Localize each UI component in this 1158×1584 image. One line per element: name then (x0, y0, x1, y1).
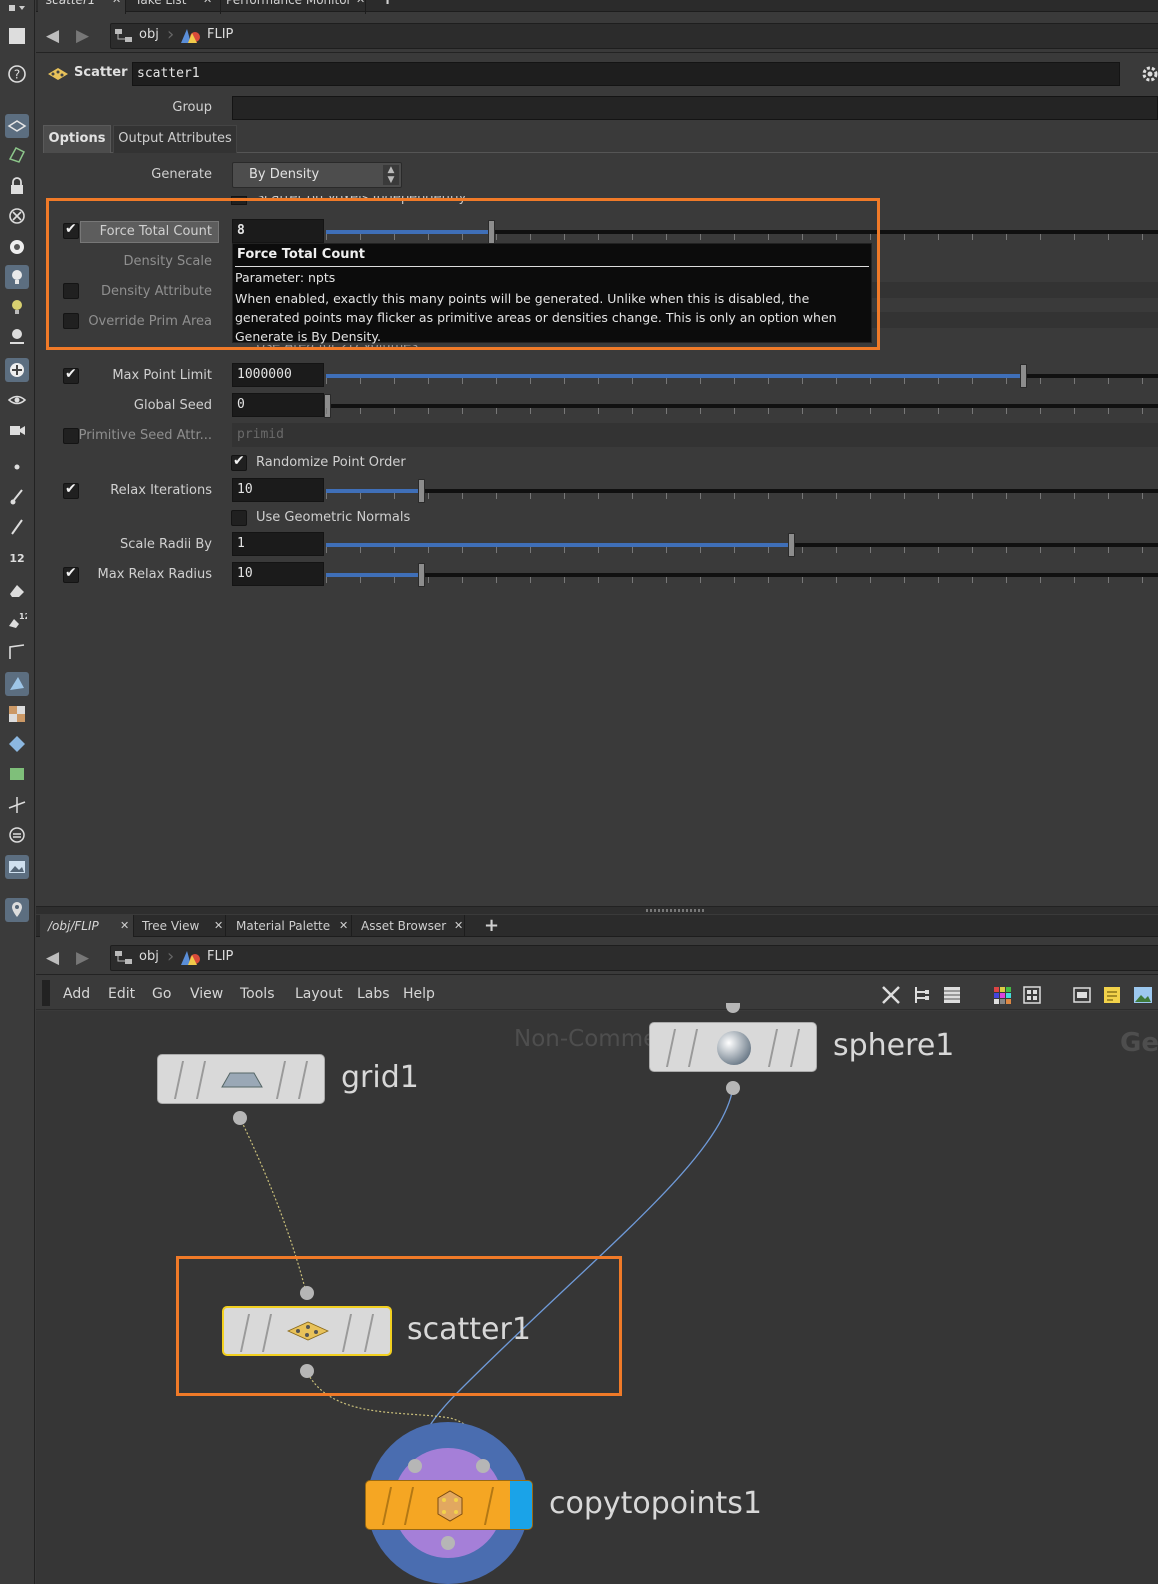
node-stripe (767, 1029, 779, 1067)
node-stripe (403, 1487, 415, 1525)
node-stripe (297, 1061, 309, 1099)
node-stripe (381, 1487, 393, 1525)
copytopoints1-input-port[interactable] (476, 1459, 490, 1473)
sphere-icon (717, 1031, 751, 1065)
sphere1-output-port[interactable] (726, 1081, 740, 1095)
copytopoints1-output-port[interactable] (441, 1536, 455, 1550)
grid-icon (221, 1072, 263, 1088)
node-stripe (275, 1061, 287, 1099)
copy-display-flag[interactable] (510, 1481, 532, 1529)
copytopoints1-label: copytopoints1 (549, 1486, 762, 1521)
node-stripe (483, 1487, 495, 1525)
node-stripe (687, 1029, 699, 1067)
node-highlight-box (176, 1256, 622, 1396)
grid1-node[interactable] (157, 1054, 325, 1104)
node-stripe (789, 1029, 801, 1067)
sphere1-node[interactable] (649, 1022, 817, 1072)
copy-to-points-icon (437, 1490, 463, 1522)
node-stripe (195, 1061, 207, 1099)
copytopoints1-input-port[interactable] (408, 1459, 422, 1473)
grid1-label: grid1 (341, 1060, 419, 1095)
grid1-output-port[interactable] (233, 1111, 247, 1125)
node-stripe (665, 1029, 677, 1067)
node-stripe (173, 1061, 185, 1099)
copytopoints1-node[interactable] (365, 1480, 533, 1530)
sphere1-label: sphere1 (833, 1028, 955, 1063)
